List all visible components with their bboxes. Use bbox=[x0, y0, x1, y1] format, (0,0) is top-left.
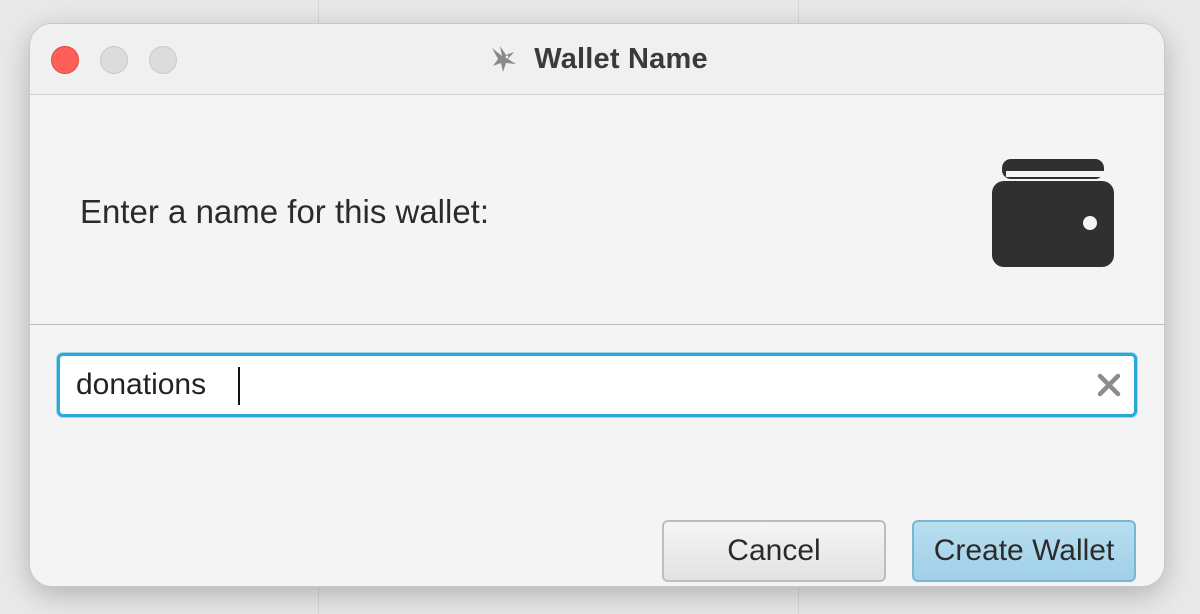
prompt-label: Enter a name for this wallet: bbox=[80, 193, 490, 230]
wallet-name-field-wrapper bbox=[57, 353, 1137, 417]
cancel-button[interactable]: Cancel bbox=[662, 520, 886, 582]
wallet-name-dialog: Wallet Name Enter a name for this wallet… bbox=[30, 24, 1164, 586]
create-wallet-button[interactable]: Create Wallet bbox=[912, 520, 1136, 582]
wallet-icon bbox=[992, 159, 1114, 267]
dialog-content: Cancel Create Wallet bbox=[30, 325, 1164, 586]
wallet-name-input[interactable] bbox=[76, 362, 1076, 408]
clear-x-icon[interactable] bbox=[1096, 372, 1122, 398]
title-bar: Wallet Name bbox=[30, 24, 1164, 95]
text-caret bbox=[238, 367, 240, 405]
dialog-buttons: Cancel Create Wallet bbox=[662, 520, 1136, 582]
window-title: Wallet Name bbox=[534, 42, 708, 75]
window-title-group: Wallet Name bbox=[30, 24, 1164, 94]
sparrow-bird-icon bbox=[492, 46, 517, 72]
dialog-header: Enter a name for this wallet: bbox=[30, 95, 1164, 325]
